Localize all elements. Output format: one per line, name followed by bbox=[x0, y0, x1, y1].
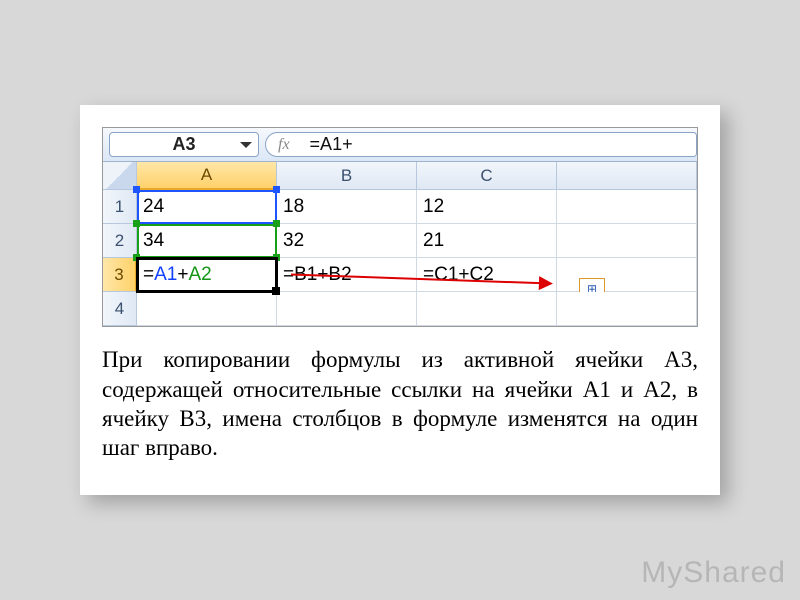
cell-B4[interactable] bbox=[277, 292, 417, 326]
cell-B1[interactable]: 18 bbox=[277, 190, 417, 224]
cell-A1-value: 24 bbox=[143, 196, 164, 218]
fill-handle-icon[interactable] bbox=[272, 287, 280, 295]
row-header-1[interactable]: 1 bbox=[103, 190, 137, 224]
cell-A3-ref2: A2 bbox=[188, 264, 211, 286]
explanatory-paragraph: При копировании формулы из активной ячей… bbox=[102, 345, 698, 463]
excel-screenshot: A3 fx =A1+ A B C 1 24 18 12 bbox=[102, 127, 698, 327]
cell-D1[interactable] bbox=[557, 190, 697, 224]
cell-D2[interactable] bbox=[557, 224, 697, 258]
cell-B2[interactable]: 32 bbox=[277, 224, 417, 258]
cell-D3[interactable]: ⊞ bbox=[557, 258, 697, 292]
watermark-text: MyShared bbox=[641, 556, 786, 590]
fx-icon[interactable]: fx bbox=[278, 136, 290, 154]
cell-A1[interactable]: 24 bbox=[137, 190, 277, 224]
name-box-value: A3 bbox=[172, 134, 195, 155]
spreadsheet-grid: A B C 1 24 18 12 2 34 32 21 3 bbox=[103, 162, 697, 326]
cell-A3-plus: + bbox=[177, 264, 188, 286]
cell-C3-value: =C1+C2 bbox=[423, 264, 494, 286]
col-header-B[interactable]: B bbox=[277, 162, 417, 190]
row-header-3[interactable]: 3 bbox=[103, 258, 137, 292]
col-header-blank[interactable] bbox=[557, 162, 697, 190]
cell-C4[interactable] bbox=[417, 292, 557, 326]
cell-A3-ref1: A1 bbox=[154, 264, 177, 286]
cell-C2[interactable]: 21 bbox=[417, 224, 557, 258]
cell-A3-prefix: = bbox=[143, 264, 154, 286]
cell-A3[interactable]: =A1+A2 bbox=[137, 258, 277, 292]
select-all-corner[interactable] bbox=[103, 162, 137, 190]
cell-A2[interactable]: 34 bbox=[137, 224, 277, 258]
cell-D4[interactable] bbox=[557, 292, 697, 326]
col-header-C[interactable]: C bbox=[417, 162, 557, 190]
row-header-2[interactable]: 2 bbox=[103, 224, 137, 258]
formula-input-wrap[interactable]: fx =A1+ bbox=[265, 132, 697, 157]
cell-C1[interactable]: 12 bbox=[417, 190, 557, 224]
formula-bar: A3 fx =A1+ bbox=[103, 128, 697, 162]
formula-input-value: =A1+ bbox=[310, 134, 353, 155]
cell-C3[interactable]: =C1+C2 bbox=[417, 258, 557, 292]
name-box-dropdown-icon[interactable] bbox=[240, 142, 252, 148]
slide-card: A3 fx =A1+ A B C 1 24 18 12 bbox=[80, 105, 720, 495]
name-box[interactable]: A3 bbox=[109, 132, 259, 157]
cell-A2-value: 34 bbox=[143, 230, 164, 252]
row-header-4[interactable]: 4 bbox=[103, 292, 137, 326]
cell-A4[interactable] bbox=[137, 292, 277, 326]
col-header-A[interactable]: A bbox=[137, 162, 277, 190]
